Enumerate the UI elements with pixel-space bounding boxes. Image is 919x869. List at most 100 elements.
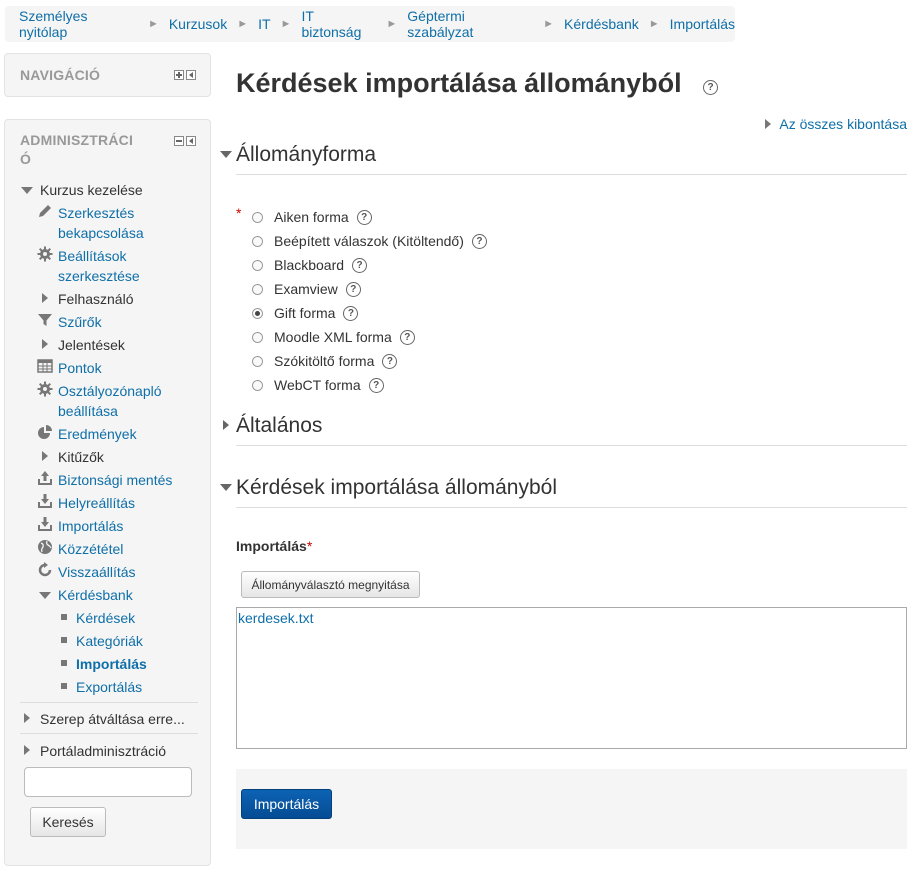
sidebar-item-grades[interactable]: Pontok <box>58 358 102 378</box>
collapsed-arrow-icon <box>42 451 48 461</box>
sidebar-item-import[interactable]: Importálás <box>58 516 123 536</box>
radio-button[interactable] <box>252 355 263 367</box>
sidebar-item-questions[interactable]: Kérdések <box>76 608 135 628</box>
help-icon[interactable]: ? <box>345 281 361 297</box>
expand-block-icon[interactable] <box>174 70 184 80</box>
format-option-examview[interactable]: Examview ? <box>252 280 361 298</box>
sidebar-item-restore[interactable]: Helyreállítás <box>58 493 135 513</box>
breadcrumb-separator-icon: ► <box>386 18 398 30</box>
pie-chart-icon <box>38 425 52 439</box>
radio-button[interactable] <box>252 235 263 247</box>
collapsed-arrow-icon <box>24 713 30 723</box>
search-button[interactable]: Keresés <box>30 807 106 837</box>
section-general[interactable]: Általános <box>220 414 907 440</box>
help-icon[interactable]: ? <box>356 209 372 225</box>
course-administration-node[interactable]: Kurzus kezelése <box>40 180 143 200</box>
sidebar-item-publish[interactable]: Közzététel <box>58 539 123 559</box>
bullet-icon <box>61 683 67 689</box>
format-option-webct[interactable]: WebCT forma ? <box>252 376 384 394</box>
collapsed-arrow-icon <box>223 420 229 430</box>
administration-block: ADMINISZTRÁCI Ó Kurzus kezelése Szerkesz… <box>4 119 211 866</box>
help-icon[interactable]: ? <box>352 257 368 273</box>
bullet-icon <box>61 637 67 643</box>
bullet-icon <box>61 660 67 666</box>
help-icon[interactable]: ? <box>399 329 415 345</box>
sidebar-item-reset[interactable]: Visszaállítás <box>58 562 136 582</box>
radio-button-selected[interactable] <box>252 307 263 319</box>
expand-all-link[interactable]: Az összes kibontása <box>765 116 907 132</box>
radio-button[interactable] <box>252 259 263 271</box>
help-icon[interactable]: ? <box>382 353 398 369</box>
divider <box>20 733 198 734</box>
sidebar-item-reports[interactable]: Jelentések <box>58 335 125 355</box>
breadcrumb-separator-icon: ► <box>280 18 292 30</box>
radio-button[interactable] <box>252 211 263 223</box>
dock-block-icon[interactable] <box>186 136 196 146</box>
help-icon[interactable]: ? <box>703 80 718 95</box>
radio-button[interactable] <box>252 283 263 295</box>
breadcrumb: Személyes nyitólap ► Kurzusok ► IT ► IT … <box>5 6 735 42</box>
breadcrumb-courses[interactable]: Kurzusok <box>169 16 227 32</box>
filter-icon <box>38 314 52 326</box>
format-option-aiken[interactable]: Aiken forma ? <box>252 208 372 226</box>
sidebar-item-outcomes[interactable]: Eredmények <box>58 424 137 444</box>
collapse-block-icon[interactable] <box>174 136 184 146</box>
expanded-arrow-icon <box>220 151 232 158</box>
help-icon[interactable]: ? <box>471 233 487 249</box>
breadcrumb-home[interactable]: Személyes nyitólap <box>19 8 138 40</box>
sidebar-item-filters[interactable]: Szűrők <box>58 312 102 332</box>
breadcrumb-category[interactable]: IT <box>258 16 270 32</box>
breadcrumb-course-short[interactable]: Géptermi szabályzat <box>407 8 533 40</box>
format-option-builtin-answers[interactable]: Beépített válaszok (Kitöltendő) ? <box>252 232 487 250</box>
format-option-gift[interactable]: Gift forma ? <box>252 304 359 322</box>
breadcrumb-separator-icon: ► <box>147 18 159 30</box>
collapsed-arrow-icon <box>765 119 772 129</box>
navigation-block-title[interactable]: NAVIGÁCIÓ <box>20 66 100 85</box>
divider <box>236 507 907 508</box>
site-administration-node[interactable]: Portáladminisztráció <box>40 741 166 761</box>
refresh-icon <box>38 562 52 577</box>
format-option-blackboard[interactable]: Blackboard ? <box>252 256 368 274</box>
sidebar-item-question-bank[interactable]: Kérdésbank <box>58 585 133 605</box>
radio-button[interactable] <box>252 331 263 343</box>
breadcrumb-separator-icon: ► <box>237 18 249 30</box>
format-option-moodle-xml[interactable]: Moodle XML forma ? <box>252 328 415 346</box>
help-icon[interactable]: ? <box>343 305 359 321</box>
switch-role-node[interactable]: Szerep átváltása erre... <box>40 709 185 729</box>
sidebar-item-backup[interactable]: Biztonsági mentés <box>58 470 172 490</box>
administration-block-title[interactable]: ADMINISZTRÁCI Ó <box>20 131 133 169</box>
import-submit-button[interactable]: Importálás <box>241 789 332 819</box>
format-option-cloze[interactable]: Szókitöltő forma ? <box>252 352 398 370</box>
sidebar-item-users[interactable]: Felhasználó <box>58 289 134 309</box>
breadcrumb-course[interactable]: IT biztonság <box>301 8 376 40</box>
collapsed-arrow-icon <box>42 339 48 349</box>
breadcrumb-separator-icon: ► <box>648 18 660 30</box>
breadcrumb-separator-icon: ► <box>543 18 555 30</box>
sidebar-item-qb-export[interactable]: Exportálás <box>76 677 142 697</box>
section-file-format[interactable]: Állományforma <box>220 143 907 169</box>
navigation-block: NAVIGÁCIÓ <box>4 53 211 97</box>
help-icon[interactable]: ? <box>368 377 384 393</box>
import-field-label: Importálás* <box>236 538 313 554</box>
file-picker-button[interactable]: Állományválasztó megnyitása <box>241 571 420 598</box>
breadcrumb-question-bank[interactable]: Kérdésbank <box>564 16 639 32</box>
admin-search-input[interactable] <box>24 767 192 797</box>
sidebar-item-badges[interactable]: Kitűzők <box>58 447 104 467</box>
expanded-arrow-icon <box>21 187 33 194</box>
sidebar-item-edit[interactable]: Szerkesztés bekapcsolása <box>58 203 144 243</box>
uploaded-file-link[interactable]: kerdesek.txt <box>238 610 313 626</box>
upload-icon <box>38 471 52 485</box>
radio-button[interactable] <box>252 379 263 391</box>
expanded-arrow-icon <box>220 484 232 491</box>
sidebar-item-gradebook-setup[interactable]: Osztályozónapló beállítása <box>58 381 162 421</box>
sidebar-item-categories[interactable]: Kategóriák <box>76 631 143 651</box>
section-import-from-file[interactable]: Kérdések importálása állományból <box>220 476 907 502</box>
sidebar-item-qb-import[interactable]: Importálás <box>76 654 147 674</box>
breadcrumb-import[interactable]: Importálás <box>670 16 735 32</box>
dock-block-icon[interactable] <box>186 70 196 80</box>
pencil-icon <box>39 205 51 217</box>
collapsed-arrow-icon <box>42 293 48 303</box>
download-icon <box>38 517 52 531</box>
sidebar-item-settings[interactable]: Beállítások szerkesztése <box>58 246 140 286</box>
file-drop-area[interactable]: kerdesek.txt <box>236 607 907 749</box>
